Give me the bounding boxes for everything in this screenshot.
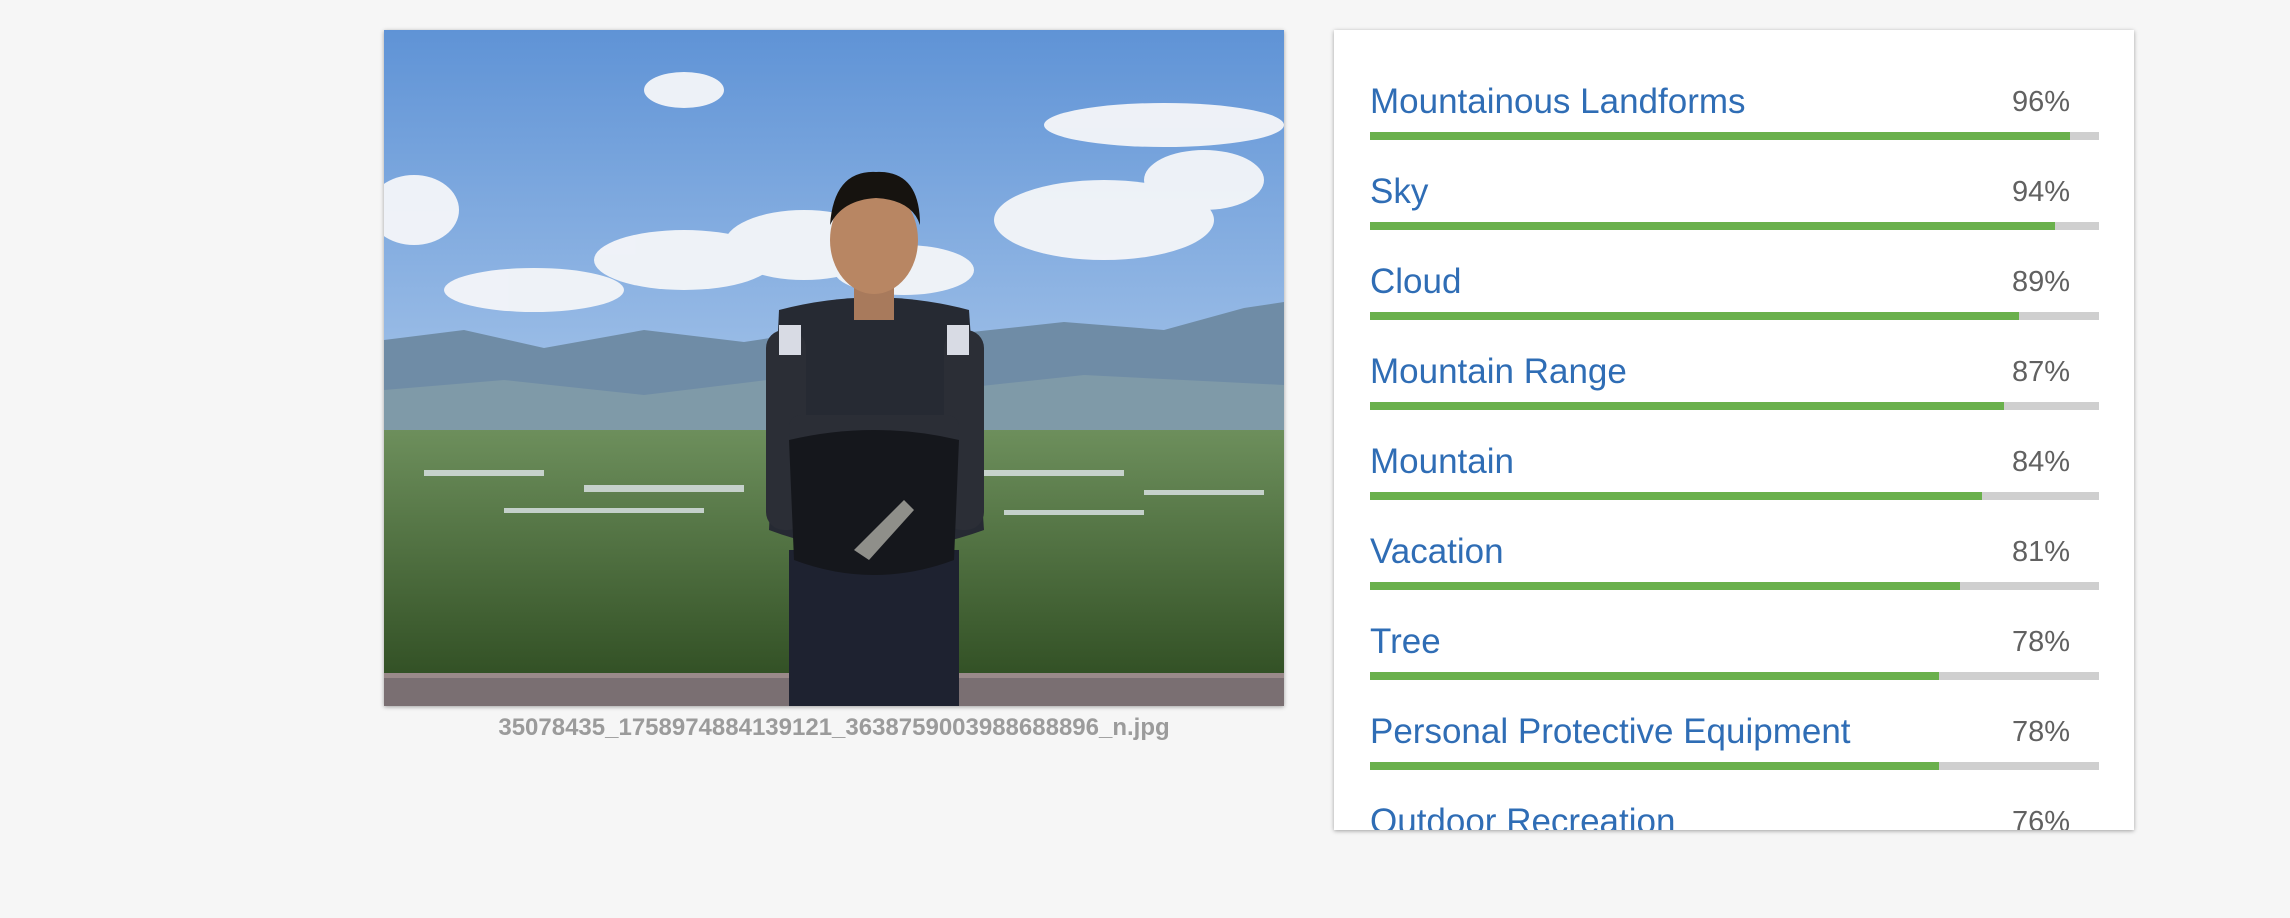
label-name: Mountain bbox=[1370, 442, 1514, 481]
label-score: 78% bbox=[2011, 626, 2070, 658]
label-row: Personal Protective Equipment 78% bbox=[1370, 660, 2099, 770]
label-name: Cloud bbox=[1370, 262, 1462, 301]
label-score: 84% bbox=[2011, 446, 2070, 478]
label-name: Vacation bbox=[1370, 532, 1504, 571]
label-row: Vacation 81% bbox=[1370, 480, 2099, 590]
label-name: Mountain Range bbox=[1370, 352, 1627, 391]
label-score: 78% bbox=[2011, 716, 2070, 748]
label-row: Tree 78% bbox=[1370, 570, 2099, 680]
label-row: Sky 94% bbox=[1370, 120, 2099, 230]
label-row: Outdoor Recreation 76% bbox=[1370, 750, 2099, 830]
label-score: 87% bbox=[2011, 356, 2070, 388]
labels-panel[interactable]: Mountainous Landforms 96% Sky 94% Cloud … bbox=[1334, 30, 2134, 830]
label-name: Outdoor Recreation bbox=[1370, 802, 1676, 830]
label-row: Mountainous Landforms 96% bbox=[1370, 30, 2099, 140]
label-score: 81% bbox=[2011, 536, 2070, 568]
label-name: Tree bbox=[1370, 622, 1441, 661]
label-row: Mountain Range 87% bbox=[1370, 300, 2099, 410]
label-name: Personal Protective Equipment bbox=[1370, 712, 1851, 751]
label-score: 89% bbox=[2011, 266, 2070, 298]
photo-filename: 35078435_1758974884139121_36387590039886… bbox=[498, 714, 1170, 741]
label-score: 94% bbox=[2011, 176, 2070, 208]
label-score: 96% bbox=[2011, 86, 2070, 118]
label-name: Sky bbox=[1370, 172, 1429, 211]
photo-image bbox=[384, 30, 1284, 706]
label-score: 76% bbox=[2011, 806, 2070, 830]
label-row: Mountain 84% bbox=[1370, 390, 2099, 500]
photo-card bbox=[384, 30, 1284, 706]
label-row: Cloud 89% bbox=[1370, 210, 2099, 320]
label-name: Mountainous Landforms bbox=[1370, 82, 1746, 121]
